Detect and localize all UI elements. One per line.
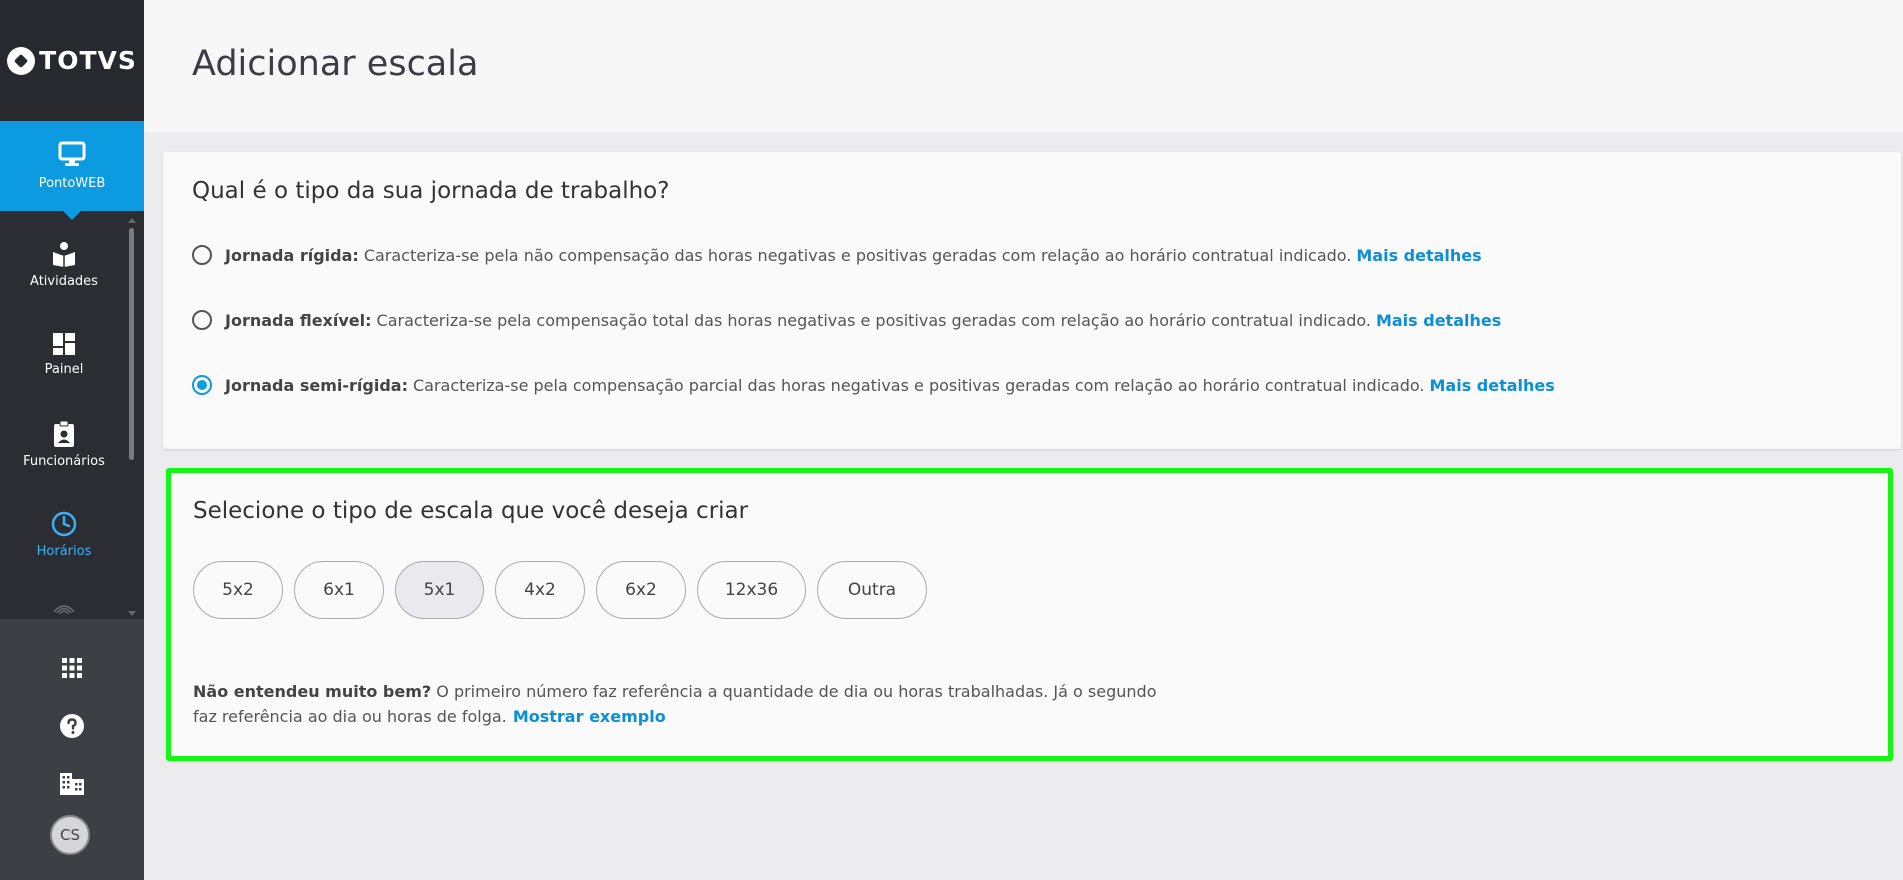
radio-jornada-semi-rigida[interactable] (192, 375, 212, 395)
scale-question: Selecione o tipo de escala que você dese… (193, 498, 749, 524)
sidebar-item-funcionarios[interactable]: Funcionários (0, 402, 128, 488)
logo-text: TOTVS (39, 46, 137, 75)
option-description: Caracteriza-se pela compensação parcial … (412, 375, 1425, 395)
sidebar-item-label: Painel (44, 362, 84, 377)
option-title: Jornada semi-rígida: (225, 375, 408, 395)
help-icon (60, 714, 84, 738)
page-header: Adicionar escala (144, 0, 1903, 132)
scale-chip-5x2[interactable]: 5x2 (193, 561, 283, 619)
scroll-up-arrow-icon[interactable] (128, 218, 136, 223)
scale-chips: 5x2 6x1 5x1 4x2 6x2 12x36 Outra (193, 561, 938, 619)
fingerprint-icon (51, 598, 77, 616)
sidebar-item-horarios[interactable]: Horários (0, 492, 128, 578)
clock-icon (51, 511, 77, 537)
building-icon (60, 773, 84, 795)
sidebar-module-pontoweb[interactable]: PontoWEB (0, 121, 144, 220)
user-avatar[interactable]: CS (50, 815, 90, 855)
sidebar-item-label: Horários (36, 544, 92, 559)
show-example-link[interactable]: Mostrar exemplo (513, 707, 666, 726)
page-title: Adicionar escala (192, 44, 479, 84)
sidebar-item-painel[interactable]: Painel (0, 312, 128, 398)
option-description: Caracteriza-se pela compensação total da… (376, 310, 1371, 330)
sidebar-module-label: PontoWEB (38, 176, 106, 191)
radio-jornada-rigida[interactable] (192, 245, 212, 265)
option-title: Jornada flexível: (225, 310, 372, 330)
monitor-icon (58, 141, 86, 166)
more-details-link[interactable]: Mais detalhes (1356, 246, 1481, 265)
more-details-link[interactable]: Mais detalhes (1429, 376, 1554, 395)
apps-grid-icon (62, 658, 82, 678)
scale-chip-outra[interactable]: Outra (817, 561, 927, 619)
scale-help-text: Não entendeu muito bem? O primeiro númer… (193, 679, 1173, 729)
sidebar: TOTVS PontoWEB Atividades Painel Funcion… (0, 0, 144, 880)
journey-option-flexivel[interactable]: Jornada flexível: Caracteriza-se pela co… (192, 310, 1501, 330)
journey-option-semi-rigida[interactable]: Jornada semi-rígida: Caracteriza-se pela… (192, 375, 1555, 395)
totvs-logo-icon (7, 46, 36, 75)
journey-option-rigida[interactable]: Jornada rígida: Caracteriza-se pela não … (192, 245, 1482, 265)
scale-chip-6x2[interactable]: 6x2 (596, 561, 686, 619)
help-button[interactable] (57, 711, 87, 741)
help-strong: Não entendeu muito bem? (193, 682, 432, 701)
sidebar-item-atividades[interactable]: Atividades (0, 222, 128, 308)
scale-chip-12x36[interactable]: 12x36 (697, 561, 806, 619)
option-title: Jornada rígida: (225, 245, 359, 265)
sidebar-scrollbar[interactable] (128, 218, 136, 616)
scale-chip-5x1[interactable]: 5x1 (395, 561, 484, 619)
radio-jornada-flexivel[interactable] (192, 310, 212, 330)
sidebar-item-label: Funcionários (23, 454, 105, 469)
apps-grid-button[interactable] (57, 653, 87, 683)
scroll-down-arrow-icon[interactable] (128, 611, 136, 616)
dashboard-icon (53, 333, 75, 355)
scrollbar-thumb[interactable] (129, 228, 134, 460)
more-details-link[interactable]: Mais detalhes (1376, 311, 1501, 330)
option-description: Caracteriza-se pela não compensação das … (363, 245, 1352, 265)
totvs-logo[interactable]: TOTVS (0, 0, 144, 121)
journey-question: Qual é o tipo da sua jornada de trabalho… (192, 178, 670, 204)
scale-chip-4x2[interactable]: 4x2 (495, 561, 585, 619)
book-reader-icon (53, 242, 75, 267)
sidebar-item-label: Atividades (30, 274, 98, 289)
scale-chip-6x1[interactable]: 6x1 (294, 561, 384, 619)
company-button[interactable] (57, 769, 87, 799)
scale-type-card: Selecione o tipo de escala que você dese… (166, 468, 1893, 761)
journey-type-card: Qual é o tipo da sua jornada de trabalho… (163, 152, 1901, 449)
badge-icon (54, 421, 74, 447)
